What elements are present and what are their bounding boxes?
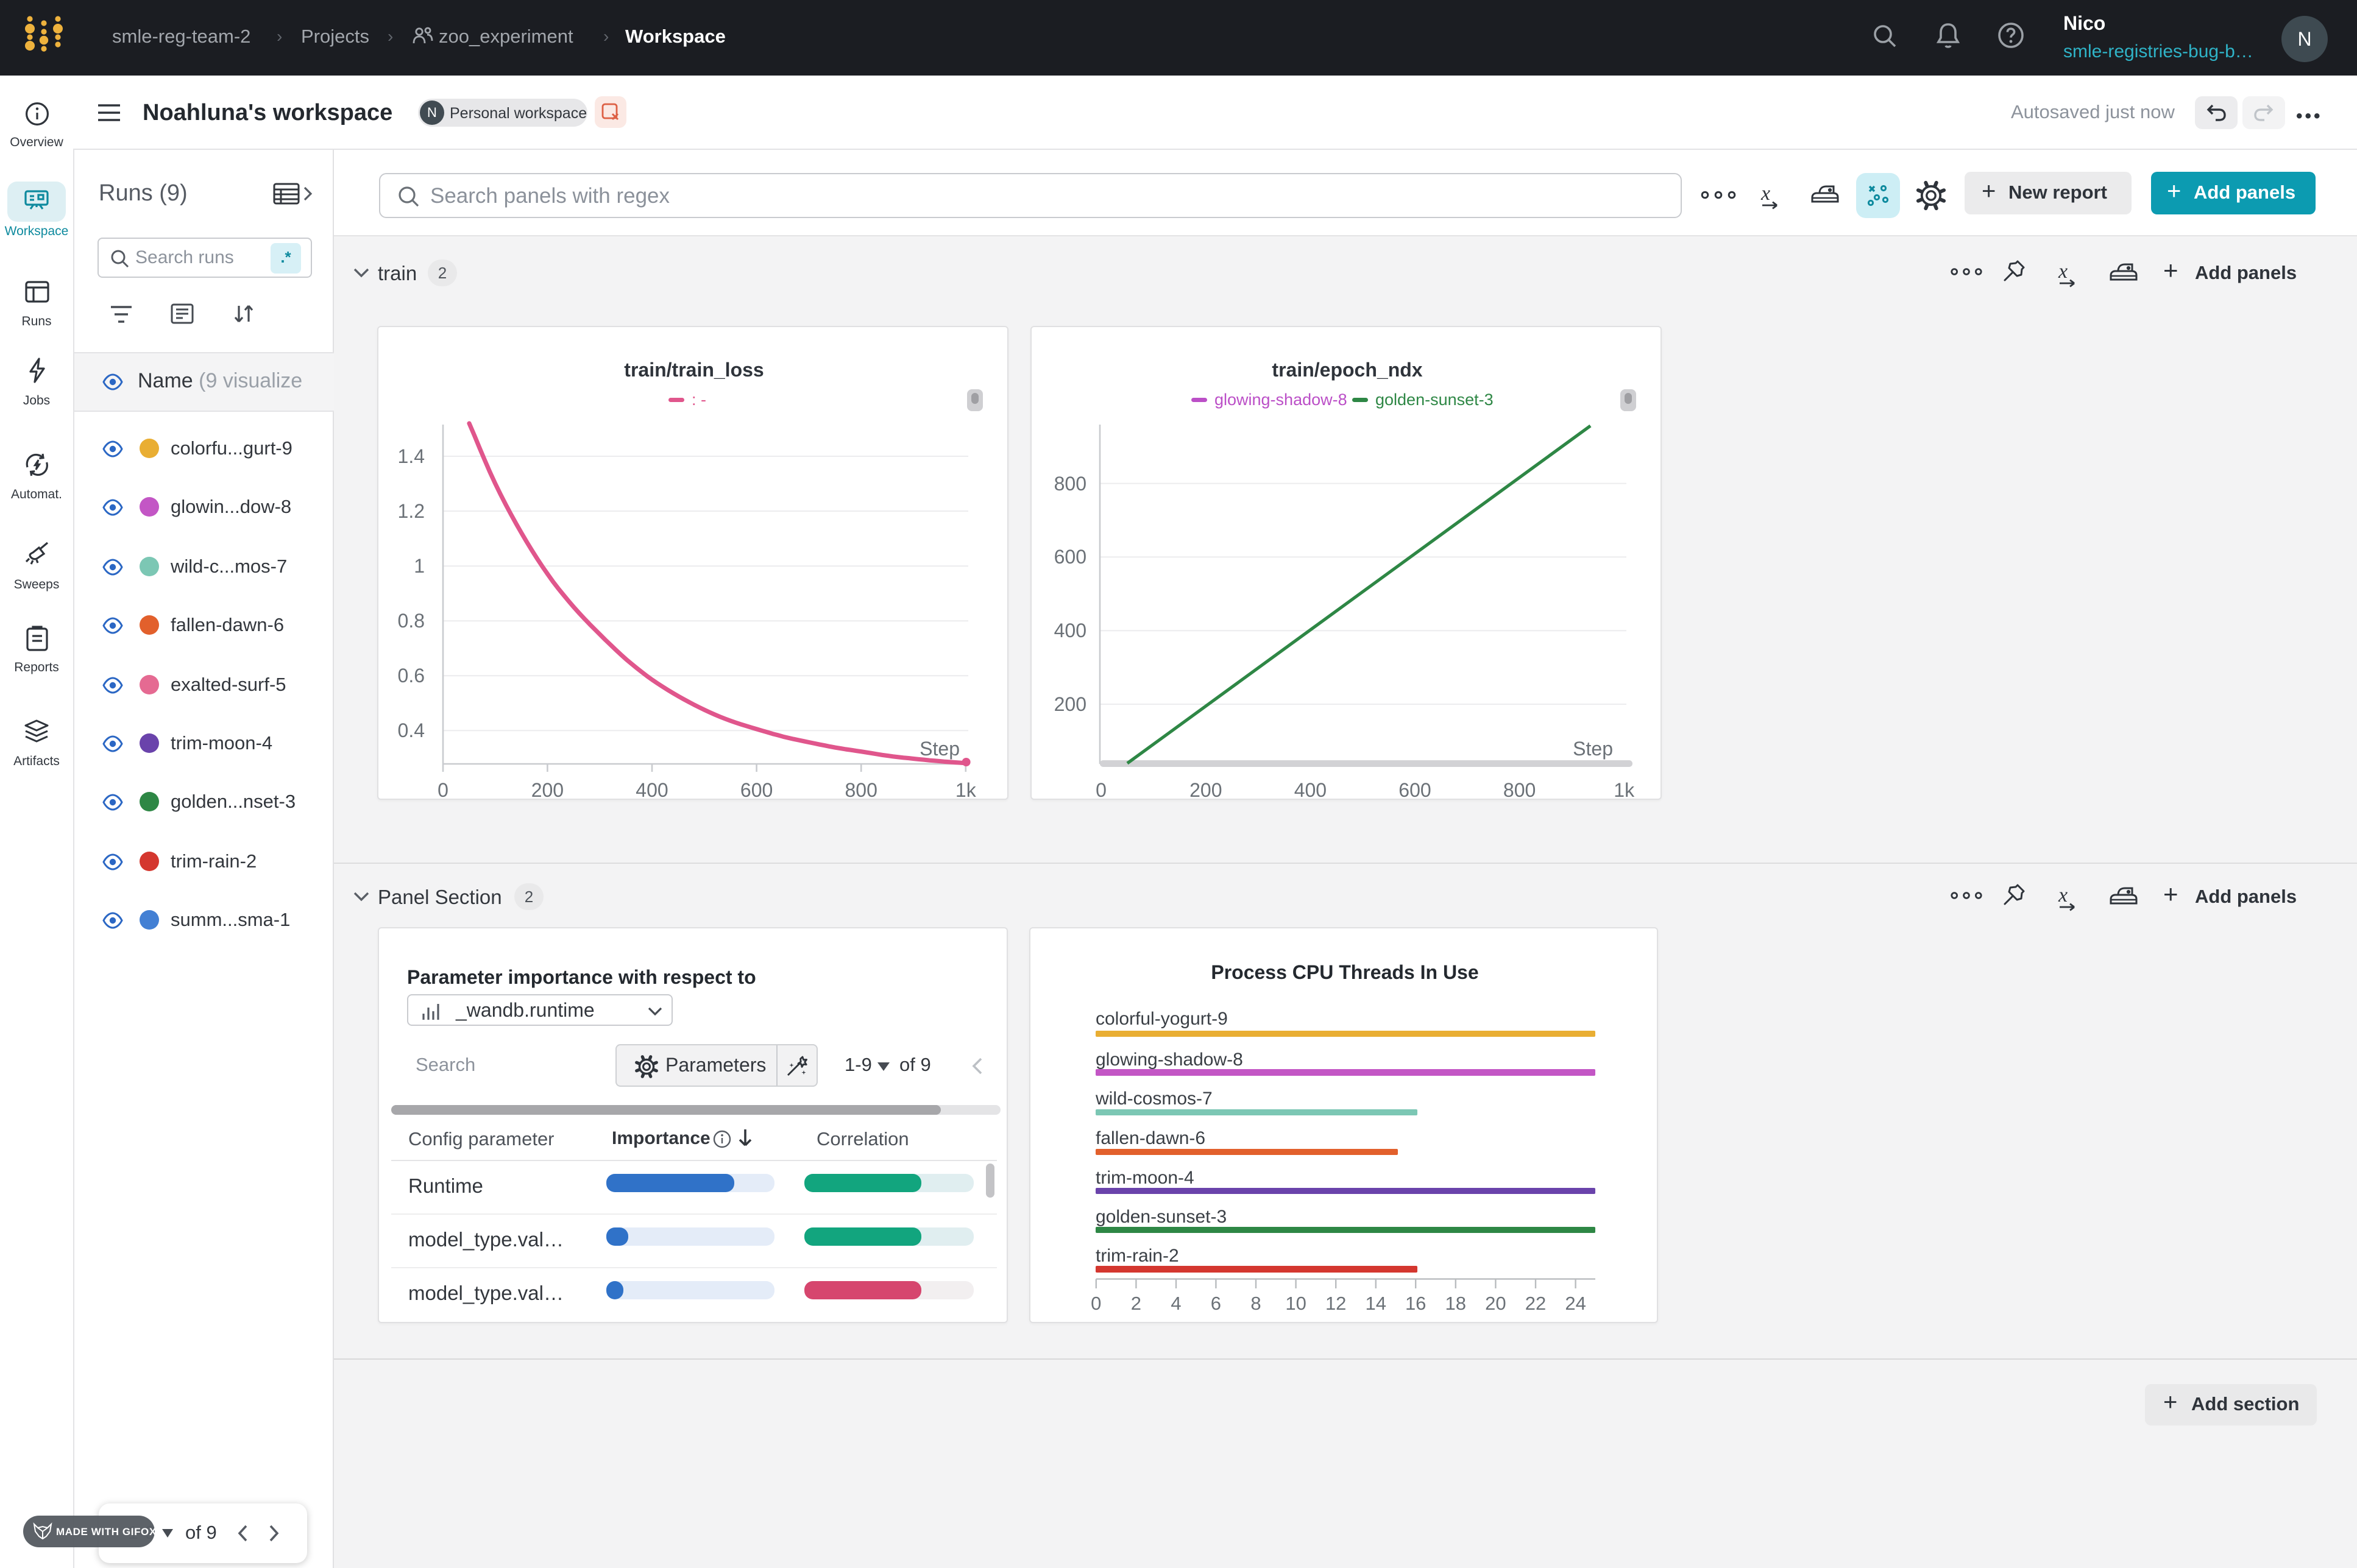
svg-text:x: x <box>2058 260 2068 283</box>
svg-text:x: x <box>2058 884 2068 906</box>
svg-text:x: x <box>1760 182 1770 205</box>
